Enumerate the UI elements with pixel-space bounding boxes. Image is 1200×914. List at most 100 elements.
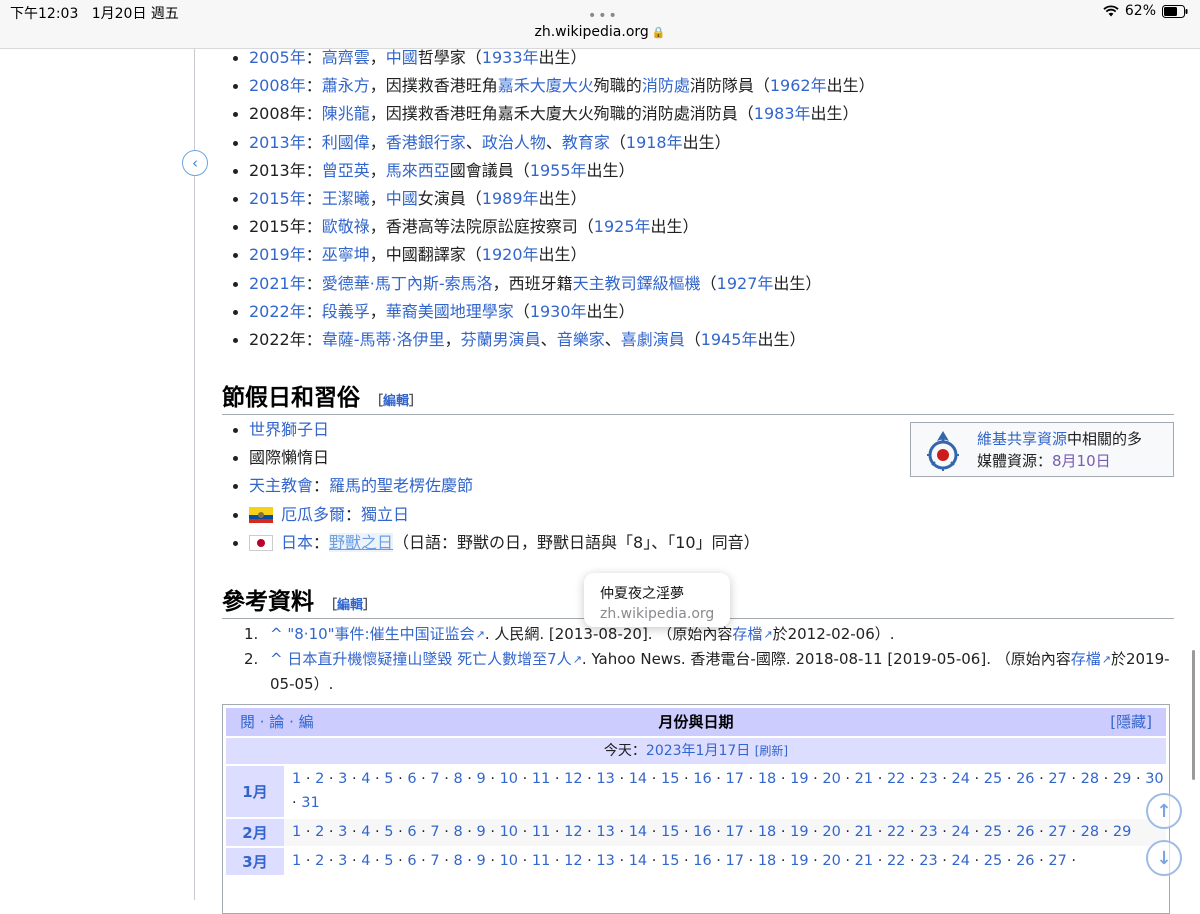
day-link[interactable]: 9 (477, 771, 486, 787)
today-date-link[interactable]: 2023年1月17日 (646, 743, 750, 759)
day-link[interactable]: 8 (453, 771, 462, 787)
holiday-link-pressed[interactable]: 野獸之日 (329, 532, 394, 552)
reference-link[interactable]: "8·10"事件:催生中国证监会 (287, 625, 484, 643)
article-link[interactable]: 1930年 (530, 302, 587, 321)
year-link[interactable]: 2013年 (249, 133, 306, 152)
day-link[interactable]: 6 (407, 853, 416, 869)
day-link[interactable]: 18 (758, 853, 776, 869)
hide-toggle[interactable]: [隱藏] (1110, 708, 1152, 736)
day-link[interactable]: 22 (887, 853, 905, 869)
article-link[interactable]: 韋薩-馬蒂·洛伊里 (322, 330, 445, 349)
url-text[interactable]: zh.wikipedia.org (535, 24, 649, 40)
day-link[interactable]: 7 (430, 824, 439, 840)
article-link[interactable]: 陳兆龍 (322, 104, 370, 123)
day-link[interactable]: 19 (790, 853, 808, 869)
day-link[interactable]: 22 (887, 824, 905, 840)
year-link[interactable]: 2005年 (249, 48, 306, 67)
article-link[interactable]: 1920年 (482, 245, 539, 264)
tab-dots-icon[interactable]: ••• (588, 8, 619, 24)
day-link[interactable]: 6 (407, 824, 416, 840)
day-link[interactable]: 23 (919, 771, 937, 787)
article-link[interactable]: 1989年 (482, 189, 539, 208)
year-link[interactable]: 2019年 (249, 245, 306, 264)
article-link[interactable]: 蕭永方 (322, 76, 370, 95)
address-bar[interactable]: zh.wikipedia.org 🔒 (0, 24, 1200, 40)
day-link[interactable]: 11 (532, 824, 550, 840)
year-link[interactable]: 2021年 (249, 274, 306, 293)
day-link[interactable]: 6 (407, 771, 416, 787)
day-link[interactable]: 7 (430, 853, 439, 869)
day-link[interactable]: 8 (453, 824, 462, 840)
day-link[interactable]: 24 (952, 853, 970, 869)
day-link[interactable]: 21 (855, 853, 873, 869)
day-link[interactable]: 10 (500, 853, 518, 869)
day-link[interactable]: 20 (822, 824, 840, 840)
month-link[interactable]: 3月 (226, 848, 284, 875)
day-link[interactable]: 13 (596, 824, 614, 840)
day-link[interactable]: 14 (629, 771, 647, 787)
day-link[interactable]: 15 (661, 824, 679, 840)
article-link[interactable]: 1927年 (717, 274, 774, 293)
backlink-caret[interactable]: ^ (270, 650, 283, 668)
day-link[interactable]: 20 (822, 771, 840, 787)
day-link[interactable]: 25 (984, 824, 1002, 840)
commons-link[interactable]: 維基共享資源 (977, 430, 1067, 448)
backlink-caret[interactable]: ^ (270, 625, 283, 643)
article-link[interactable]: 1955年 (530, 161, 587, 180)
day-link[interactable]: 30 (1145, 771, 1163, 787)
day-link[interactable]: 8 (453, 853, 462, 869)
article-link[interactable]: 巫寧坤 (322, 245, 370, 264)
scroll-up-icon[interactable]: ↑ (1146, 793, 1182, 829)
article-link[interactable]: 1925年 (594, 217, 651, 236)
day-link[interactable]: 17 (726, 824, 744, 840)
year-link[interactable]: 2008年 (249, 76, 306, 95)
day-link[interactable]: 11 (532, 853, 550, 869)
day-link[interactable]: 25 (984, 771, 1002, 787)
article-link[interactable]: 華裔美國地理學家 (386, 302, 514, 321)
day-link[interactable]: 17 (726, 771, 744, 787)
article-link[interactable]: 政治人物 (482, 133, 546, 152)
article-link[interactable]: 芬蘭 (461, 330, 493, 349)
day-link[interactable]: 3 (338, 853, 347, 869)
day-link[interactable]: 27 (1048, 771, 1066, 787)
article-link[interactable]: 銀行家 (418, 133, 466, 152)
back-arrow-icon[interactable]: ‹ (182, 150, 208, 176)
day-link[interactable]: 16 (693, 853, 711, 869)
month-link[interactable]: 1月 (226, 766, 284, 817)
day-link[interactable]: 18 (758, 824, 776, 840)
day-link[interactable]: 3 (338, 824, 347, 840)
day-link[interactable]: 14 (629, 853, 647, 869)
day-link[interactable]: 24 (952, 771, 970, 787)
article-link[interactable]: 愛德華·馬丁內斯-索馬洛 (322, 274, 493, 293)
holiday-link[interactable]: 世界獅子日 (249, 420, 329, 439)
country-link[interactable]: 日本 (281, 533, 313, 552)
day-link[interactable]: 10 (500, 771, 518, 787)
article-link[interactable]: 1918年 (626, 133, 683, 152)
article-link[interactable]: 1945年 (701, 330, 758, 349)
day-link[interactable]: 21 (855, 824, 873, 840)
article-link[interactable]: 利國偉 (322, 133, 370, 152)
day-link[interactable]: 26 (1016, 771, 1034, 787)
day-link[interactable]: 13 (596, 853, 614, 869)
article-link[interactable]: 1962年 (770, 76, 827, 95)
article-link[interactable]: 馬來西亞 (386, 161, 450, 180)
day-link[interactable]: 2 (315, 771, 324, 787)
day-link[interactable]: 2 (315, 824, 324, 840)
day-link[interactable]: 18 (758, 771, 776, 787)
archive-link[interactable]: 存檔 (1071, 650, 1111, 668)
day-link[interactable]: 10 (500, 824, 518, 840)
year-link[interactable]: 2015年 (249, 189, 306, 208)
reference-link[interactable]: 日本直升機懷疑撞山墜毀 死亡人數增至7人 (287, 650, 582, 668)
day-link[interactable]: 14 (629, 824, 647, 840)
edit-link[interactable]: ［編輯］ (324, 598, 376, 613)
article-link[interactable]: 天主教司鐸級樞機 (573, 274, 701, 293)
day-link[interactable]: 2 (315, 853, 324, 869)
day-link[interactable]: 23 (919, 824, 937, 840)
day-link[interactable]: 1 (292, 771, 301, 787)
day-link[interactable]: 26 (1016, 853, 1034, 869)
day-link[interactable]: 29 (1113, 824, 1131, 840)
article-link[interactable]: 嘉禾大廈大火 (498, 76, 594, 95)
article-link[interactable]: 中國 (386, 48, 418, 67)
month-link[interactable]: 2月 (226, 819, 284, 846)
day-link[interactable]: 25 (984, 853, 1002, 869)
